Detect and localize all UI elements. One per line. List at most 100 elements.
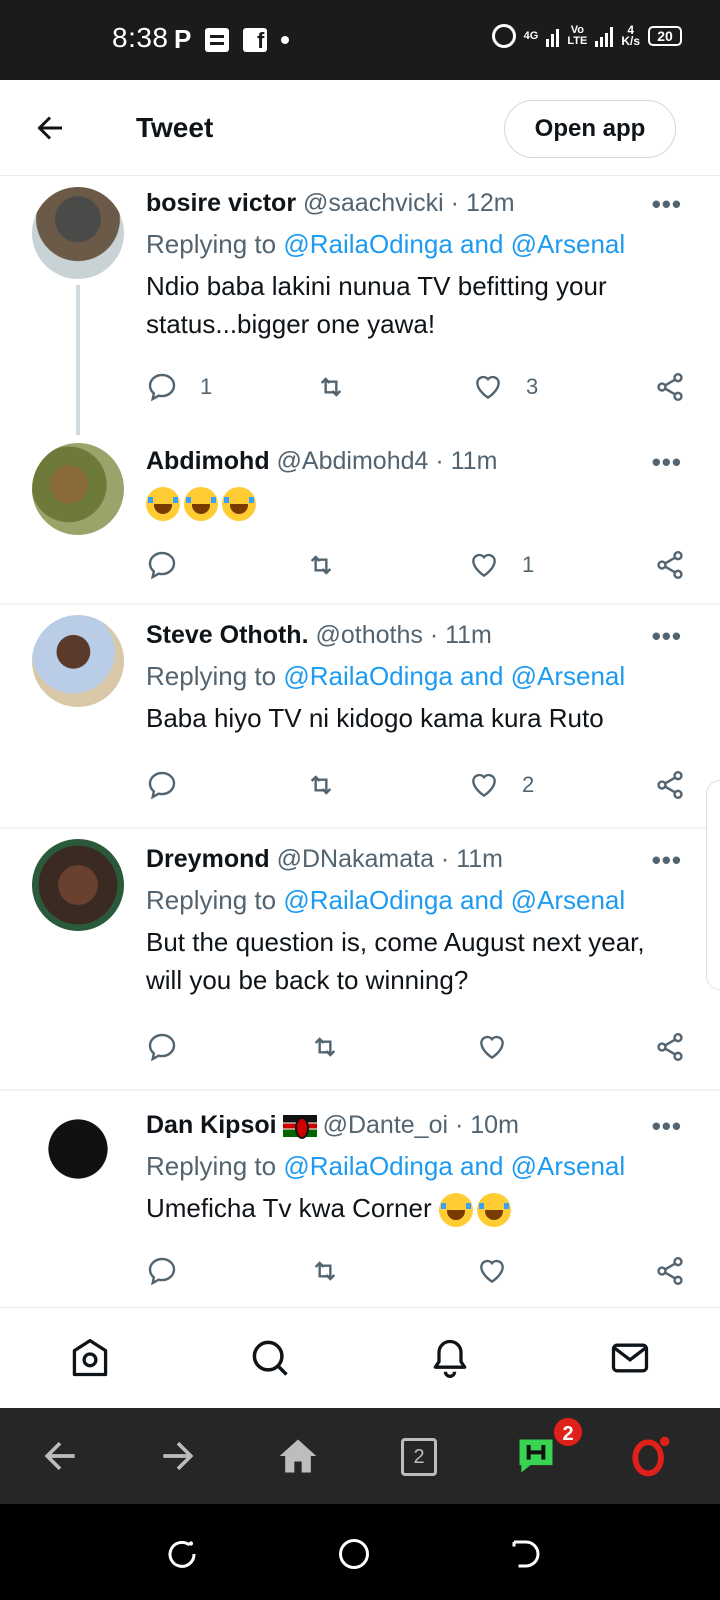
tweet-actions: 1 — [146, 545, 686, 585]
heart-icon — [480, 1259, 504, 1284]
reply-button[interactable] — [146, 545, 178, 585]
share-button[interactable] — [654, 545, 686, 585]
laughing-emoji-icon — [146, 487, 180, 522]
tweet[interactable]: Dan Kipsoi @Dante_oi · 10m ••• Replying t… — [0, 1091, 720, 1307]
author-handle[interactable]: @Dante_oi — [323, 1111, 448, 1139]
author-name[interactable]: bosire victor — [146, 189, 296, 217]
tweet[interactable]: Dreymond @DNakamata · 11m ••• Replying t… — [0, 829, 720, 1089]
more-options-icon[interactable]: ••• — [652, 621, 682, 652]
tweet[interactable]: Steve Othoth. @othoths · 11m ••• Replyin… — [0, 605, 720, 827]
author-name[interactable]: Dan Kipsoi — [146, 1111, 277, 1139]
reply-icon — [148, 551, 176, 580]
retweet-button[interactable] — [308, 1027, 342, 1067]
reply-mentions[interactable]: @RailaOdinga and @Arsenal — [283, 229, 625, 259]
reply-icon — [148, 1257, 176, 1286]
opera-menu-icon[interactable] — [628, 1434, 672, 1478]
share-button[interactable] — [654, 765, 686, 805]
tweet-time: · 10m — [454, 1111, 519, 1139]
share-button[interactable] — [654, 1027, 686, 1067]
like-button[interactable]: 1 — [468, 545, 534, 585]
heart-icon — [472, 773, 496, 798]
share-button[interactable] — [654, 367, 686, 407]
reply-mentions[interactable]: @RailaOdinga and @Arsenal — [283, 1151, 625, 1181]
tweet-time: · 11m — [435, 447, 498, 475]
reply-icon — [148, 1033, 176, 1062]
retweet-icon — [310, 555, 332, 575]
search-icon[interactable] — [248, 1336, 292, 1380]
author-handle[interactable]: @Abdimohd4 — [277, 447, 429, 475]
reply-mentions[interactable]: @RailaOdinga and @Arsenal — [283, 661, 625, 691]
tweet-header: bosire victor @saachvicki · 12m — [146, 189, 515, 218]
avatar[interactable] — [32, 615, 124, 707]
top-header: Tweet Open app — [0, 80, 720, 176]
author-handle[interactable]: @DNakamata — [277, 845, 434, 873]
avatar[interactable] — [32, 443, 124, 535]
avatar[interactable] — [32, 187, 124, 279]
system-back-icon[interactable] — [508, 1536, 544, 1572]
heart-icon — [476, 375, 500, 400]
kenya-flag-icon — [282, 1115, 317, 1140]
tweet-actions — [146, 1251, 686, 1291]
tweet-header: Steve Othoth. @othoths · 11m — [146, 621, 492, 650]
author-name[interactable]: Dreymond — [146, 845, 270, 873]
like-button[interactable]: 2 — [468, 765, 534, 805]
more-notifications-dot-icon — [281, 35, 290, 44]
tweet[interactable]: Abdimohd @Abdimohd4 · 11m ••• 1 — [0, 435, 720, 603]
tabs-count-button[interactable]: 2 — [401, 1438, 437, 1476]
twitter-bottom-nav — [0, 1307, 720, 1407]
heart-icon — [480, 1035, 504, 1060]
tweet-header: Dan Kipsoi @Dante_oi · 10m — [146, 1111, 519, 1140]
share-icon — [657, 373, 683, 401]
reply-feed[interactable]: bosire victor @saachvicki · 12m ••• Repl… — [0, 177, 720, 1307]
like-button[interactable] — [476, 1251, 508, 1291]
author-name[interactable]: Steve Othoth. — [146, 621, 309, 649]
reply-button[interactable] — [146, 1251, 178, 1291]
reply-button[interactable] — [146, 765, 178, 805]
page-title: Tweet — [136, 112, 214, 143]
retweet-icon — [314, 1037, 336, 1057]
replying-prefix: Replying to — [146, 885, 284, 915]
laughing-emoji-icon — [476, 1193, 511, 1228]
edge-panel-handle[interactable] — [706, 780, 720, 990]
browser-forward-icon[interactable] — [156, 1434, 200, 1478]
avatar[interactable] — [32, 839, 124, 931]
avatar[interactable] — [32, 1103, 124, 1195]
retweet-button[interactable] — [304, 765, 338, 805]
more-options-icon[interactable]: ••• — [652, 447, 682, 478]
retweet-button[interactable] — [304, 545, 338, 585]
share-button[interactable] — [654, 1251, 686, 1291]
browser-back-icon[interactable] — [38, 1434, 82, 1478]
reply-mentions[interactable]: @RailaOdinga and @Arsenal — [283, 885, 625, 915]
back-arrow-icon[interactable] — [32, 110, 68, 146]
home-circle-icon[interactable] — [336, 1536, 372, 1572]
more-options-icon[interactable]: ••• — [652, 1111, 682, 1142]
reply-button[interactable] — [146, 1027, 178, 1067]
recent-apps-icon[interactable] — [164, 1536, 200, 1572]
tweet-time: · 11m — [440, 845, 503, 873]
retweet-button[interactable] — [314, 367, 370, 407]
retweet-button[interactable] — [308, 1251, 342, 1291]
more-options-icon[interactable]: ••• — [652, 845, 682, 876]
thread-line — [76, 285, 80, 435]
system-navigation-bar — [0, 1504, 720, 1600]
author-handle[interactable]: @othoths — [315, 621, 422, 649]
home-icon[interactable] — [68, 1336, 112, 1380]
browser-home-icon[interactable] — [276, 1434, 320, 1478]
author-name[interactable]: Abdimohd — [146, 447, 270, 475]
messenger-sidebar-icon[interactable] — [514, 1434, 558, 1478]
messages-mail-icon[interactable] — [608, 1336, 652, 1380]
like-button[interactable] — [476, 1027, 508, 1067]
replying-to: Replying to @RailaOdinga and @Arsenal — [146, 1151, 625, 1182]
more-options-icon[interactable]: ••• — [652, 189, 682, 220]
net-speed: 4 K/s — [621, 23, 640, 48]
reply-count: 1 — [200, 374, 213, 399]
notifications-bell-icon[interactable] — [428, 1336, 472, 1380]
tweet[interactable]: bosire victor @saachvicki · 12m ••• Repl… — [0, 177, 720, 435]
like-button[interactable]: 3 — [472, 367, 538, 407]
replying-prefix: Replying to — [146, 229, 284, 259]
author-handle[interactable]: @saachvicki — [303, 189, 444, 217]
retweet-icon — [320, 377, 342, 397]
open-app-button[interactable]: Open app — [504, 100, 676, 158]
reply-button[interactable]: 1 — [146, 367, 212, 407]
tweet-text: Umeficha Tv kwa Corner — [146, 1189, 686, 1228]
